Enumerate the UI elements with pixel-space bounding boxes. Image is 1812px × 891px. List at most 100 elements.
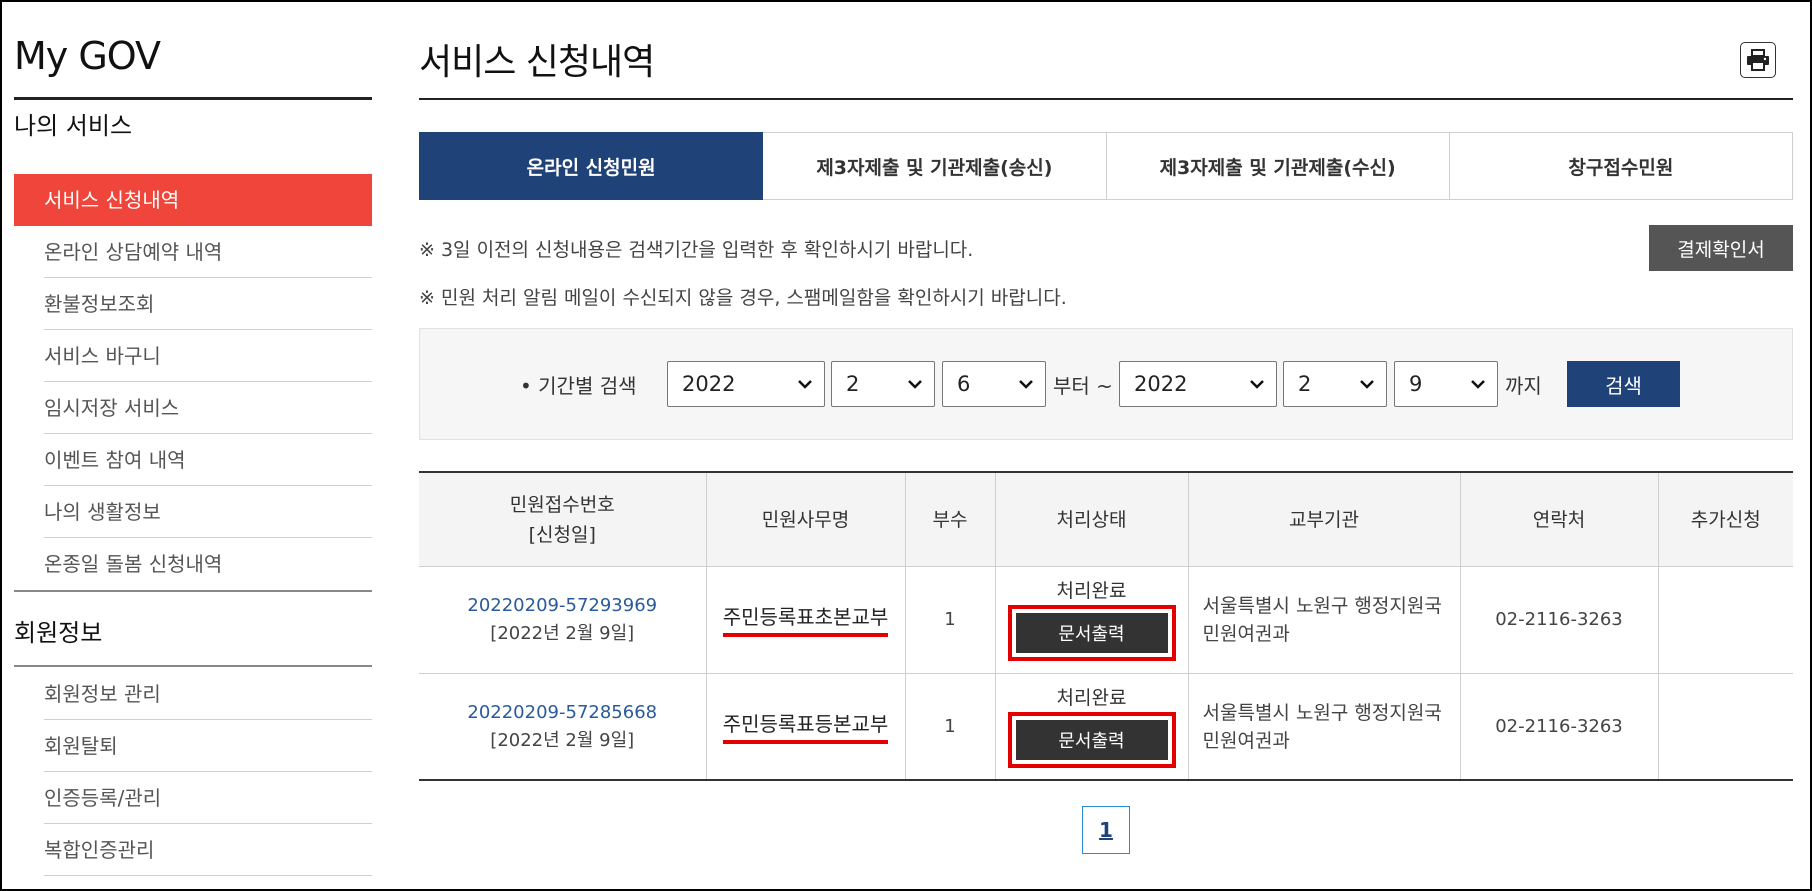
service-name-cell: 주민등록표등본교부 <box>706 673 906 781</box>
org-line2: 민원여권과 <box>1202 623 1290 645</box>
status-cell: 처리완료 문서출력 <box>995 673 1189 781</box>
apply-date: [2022년 2월 9일] <box>490 729 635 751</box>
to-day-select[interactable]: 9 <box>1394 361 1498 407</box>
column-header-copies: 부수 <box>905 471 996 567</box>
sidebar-item-label: 서비스 바구니 <box>44 344 161 368</box>
column-header-additional: 추가신청 <box>1658 471 1793 567</box>
printer-icon <box>1747 49 1769 71</box>
sidebar-item-label: 환불정보조회 <box>44 292 155 316</box>
selected-value: 2 <box>846 372 860 396</box>
receipt-number-link[interactable]: 20220209-57285668 <box>467 702 657 723</box>
pagination-page-1[interactable]: 1 <box>1082 806 1130 854</box>
tab-bar: 온라인 신청민원 제3자제출 및 기관제출(송신) 제3자제출 및 기관제출(수… <box>419 132 1793 200</box>
sidebar-item-cert-manage[interactable]: 인증등록/관리 <box>14 772 372 824</box>
tab-counter-applications[interactable]: 창구접수민원 <box>1449 132 1793 200</box>
from-month-select[interactable]: 2 <box>831 361 935 407</box>
header-receipt-no: 민원접수번호 <box>509 493 615 516</box>
print-document-button[interactable]: 문서출력 <box>1015 613 1168 653</box>
tab-third-party-sent[interactable]: 제3자제출 및 기관제출(송신) <box>763 132 1107 200</box>
sidebar-item-consult-reservations[interactable]: 온라인 상담예약 내역 <box>14 226 372 278</box>
org-line1: 서울특별시 노원구 행정지원국 <box>1202 701 1442 724</box>
selected-value: 2022 <box>682 372 736 396</box>
column-header-org: 교부기관 <box>1188 471 1461 567</box>
sidebar-item-label: 임시저장 서비스 <box>44 396 180 420</box>
selected-value: 2 <box>1298 372 1312 396</box>
phone-cell: 02-2116-3263 <box>1460 566 1659 674</box>
from-day-select[interactable]: 6 <box>942 361 1046 407</box>
page-title: 서비스 신청내역 <box>419 42 655 83</box>
table-header-row: 민원접수번호 [신청일] 민원사무명 부수 처리상태 교부기관 연락처 추가신청 <box>419 471 1793 567</box>
header-apply-date: [신청일] <box>528 523 596 546</box>
chevron-down-icon <box>1471 380 1485 389</box>
column-header-name: 민원사무명 <box>706 471 906 567</box>
from-year-select[interactable]: 2022 <box>667 361 825 407</box>
status-text: 처리완료 <box>1056 686 1127 709</box>
org-cell: 서울특별시 노원구 행정지원국 민원여권과 <box>1188 566 1461 674</box>
apply-date: [2022년 2월 9일] <box>490 623 635 644</box>
selected-value: 6 <box>957 372 971 396</box>
results-table: 민원접수번호 [신청일] 민원사무명 부수 처리상태 교부기관 연락처 추가신청… <box>419 471 1793 781</box>
payment-confirmation-button[interactable]: 결제확인서 <box>1649 225 1793 271</box>
phone-cell: 02-2116-3263 <box>1460 673 1659 781</box>
table-row: 20220209-57293969 [2022년 2월 9일] 주민등록표초본교… <box>419 566 1793 674</box>
section-member-info: 회원정보 <box>14 619 103 647</box>
selected-value: 9 <box>1409 372 1423 396</box>
chevron-down-icon <box>1360 380 1374 389</box>
sidebar-item-life-info[interactable]: 나의 생활정보 <box>14 486 372 538</box>
highlight-box: 문서출력 <box>1007 711 1176 768</box>
sidebar-title: My GOV <box>14 34 161 78</box>
sidebar-item-multi-cert[interactable]: 복합인증관리 <box>14 824 372 876</box>
service-name-cell: 주민등록표초본교부 <box>706 566 906 674</box>
sidebar-item-event-history[interactable]: 이벤트 참여 내역 <box>14 434 372 486</box>
search-button[interactable]: 검색 <box>1567 361 1680 407</box>
service-name: 주민등록표등본교부 <box>722 710 889 744</box>
sidebar-item-member-manage[interactable]: 회원정보 관리 <box>14 668 372 720</box>
org-line2: 민원여권과 <box>1202 729 1290 752</box>
to-month-select[interactable]: 2 <box>1283 361 1387 407</box>
column-header-receipt: 민원접수번호 [신청일] <box>419 471 707 567</box>
sidebar-item-label: 회원탈퇴 <box>44 734 118 758</box>
additional-cell <box>1658 673 1793 781</box>
print-button[interactable] <box>1740 42 1776 78</box>
to-year-select[interactable]: 2022 <box>1119 361 1277 407</box>
print-document-button[interactable]: 문서출력 <box>1015 719 1168 760</box>
sidebar-divider <box>14 97 372 100</box>
sidebar-item-label: 회원정보 관리 <box>44 682 161 706</box>
notice-search-period: ※ 3일 이전의 신청내용은 검색기간을 입력한 후 확인하시기 바랍니다. <box>419 239 974 261</box>
selected-value: 2022 <box>1134 372 1188 396</box>
receipt-cell: 20220209-57293969 [2022년 2월 9일] <box>419 566 707 674</box>
title-divider <box>419 98 1793 100</box>
tab-third-party-received[interactable]: 제3자제출 및 기관제출(수신) <box>1106 132 1450 200</box>
sidebar-item-temp-saved[interactable]: 임시저장 서비스 <box>14 382 372 434</box>
chevron-down-icon <box>1019 380 1033 389</box>
chevron-down-icon <box>1250 380 1264 389</box>
period-search-label: • 기간별 검색 <box>520 374 637 398</box>
sidebar-item-refund-info[interactable]: 환불정보조회 <box>14 278 372 330</box>
sidebar-item-withdraw[interactable]: 회원탈퇴 <box>14 720 372 772</box>
status-cell: 처리완료 문서출력 <box>995 566 1189 674</box>
table-row: 20220209-57285668 [2022년 2월 9일] 주민등록표등본교… <box>419 673 1793 781</box>
chevron-down-icon <box>908 380 922 389</box>
tab-online-applications[interactable]: 온라인 신청민원 <box>419 132 764 200</box>
notice-spam-mail: ※ 민원 처리 알림 메일이 수신되지 않을 경우, 스팸메일함을 확인하시기 … <box>419 287 1067 309</box>
sidebar-item-label: 복합인증관리 <box>44 838 155 862</box>
sidebar-divider <box>14 665 372 667</box>
sidebar-item-service-basket[interactable]: 서비스 바구니 <box>14 330 372 382</box>
copies-cell: 1 <box>905 566 996 674</box>
column-header-phone: 연락처 <box>1460 471 1659 567</box>
column-header-status: 처리상태 <box>995 471 1189 567</box>
sidebar-divider <box>14 590 372 592</box>
chevron-down-icon <box>798 380 812 389</box>
sidebar-item-label: 인증등록/관리 <box>44 786 162 810</box>
copies-cell: 1 <box>905 673 996 781</box>
service-name: 주민등록표초본교부 <box>722 603 889 637</box>
sidebar-item-allday-care[interactable]: 온종일 돌봄 신청내역 <box>14 538 372 590</box>
status-text: 처리완료 <box>1056 580 1127 602</box>
receipt-number-link[interactable]: 20220209-57293969 <box>467 595 657 616</box>
org-line1: 서울특별시 노원구 행정지원국 <box>1202 595 1442 617</box>
sidebar-item-service-history[interactable]: 서비스 신청내역 <box>14 174 372 226</box>
sidebar-item-label: 온종일 돌봄 신청내역 <box>44 552 223 576</box>
from-label: 부터 ~ <box>1053 374 1113 398</box>
highlight-box: 문서출력 <box>1007 605 1176 661</box>
sidebar-item-label: 이벤트 참여 내역 <box>44 448 186 472</box>
